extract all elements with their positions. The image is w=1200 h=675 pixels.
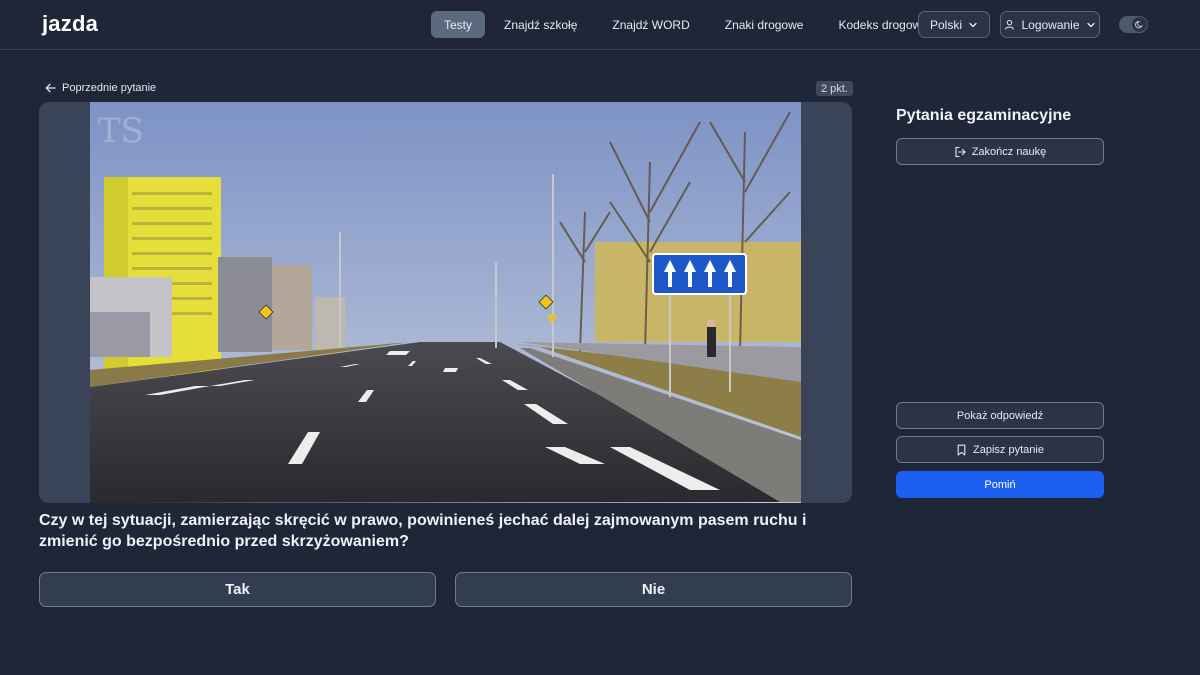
nav-item-znaki-drogowe[interactable]: Znaki drogowe: [709, 11, 820, 38]
previous-question-link[interactable]: Poprzednie pytanie: [45, 80, 156, 96]
login-button[interactable]: Logowanie: [1000, 11, 1100, 38]
nav-item-znajdz-szkole[interactable]: Znajdź szkołę: [488, 11, 593, 38]
top-header: jazda Testy Znajdź szkołę Znajdź WORD Zn…: [0, 0, 1200, 50]
logout-icon: [955, 146, 966, 157]
sidebar-title: Pytania egzaminacyjne: [896, 107, 1072, 124]
save-question-label: Zapisz pytanie: [973, 443, 1044, 456]
language-select[interactable]: Polski: [918, 11, 990, 38]
theme-toggle[interactable]: [1119, 16, 1148, 33]
nav-item-testy[interactable]: Testy: [431, 11, 486, 38]
skip-button[interactable]: Pomiń: [896, 471, 1104, 498]
toggle-knob: [1132, 17, 1147, 32]
svg-text:TS: TS: [98, 111, 144, 151]
chevron-down-icon: [969, 22, 977, 27]
answer-tak-button[interactable]: Tak: [39, 572, 436, 607]
user-icon: [1005, 19, 1015, 30]
chevron-down-icon: [1086, 22, 1095, 27]
question-media: TS: [39, 102, 852, 503]
question-text: Czy w tej sytuacji, zamierzając skręcić …: [39, 512, 807, 550]
bookmark-icon: [957, 444, 966, 456]
answer-nie-button[interactable]: Nie: [455, 572, 852, 607]
save-question-button[interactable]: Zapisz pytanie: [896, 436, 1104, 463]
previous-question-label: Poprzednie pytanie: [62, 82, 157, 94]
arrow-left-icon: [45, 83, 56, 93]
end-learning-button[interactable]: Zakończ naukę: [896, 138, 1104, 165]
road-scene-image: TS: [90, 102, 801, 503]
show-answer-button[interactable]: Pokaż odpowiedź: [896, 402, 1104, 429]
logo[interactable]: jazda: [42, 11, 98, 37]
nav-item-znajdz-word[interactable]: Znajdź WORD: [596, 11, 705, 38]
end-learning-label: Zakończ naukę: [971, 145, 1047, 158]
skip-label: Pomiń: [984, 478, 1016, 491]
moon-icon: [1135, 20, 1143, 29]
points-badge: 2 pkt.: [816, 81, 853, 96]
login-label: Logowanie: [1021, 17, 1080, 32]
show-answer-label: Pokaż odpowiedź: [956, 409, 1044, 422]
logo-text: jazda: [42, 11, 99, 36]
language-label: Polski: [929, 17, 962, 32]
